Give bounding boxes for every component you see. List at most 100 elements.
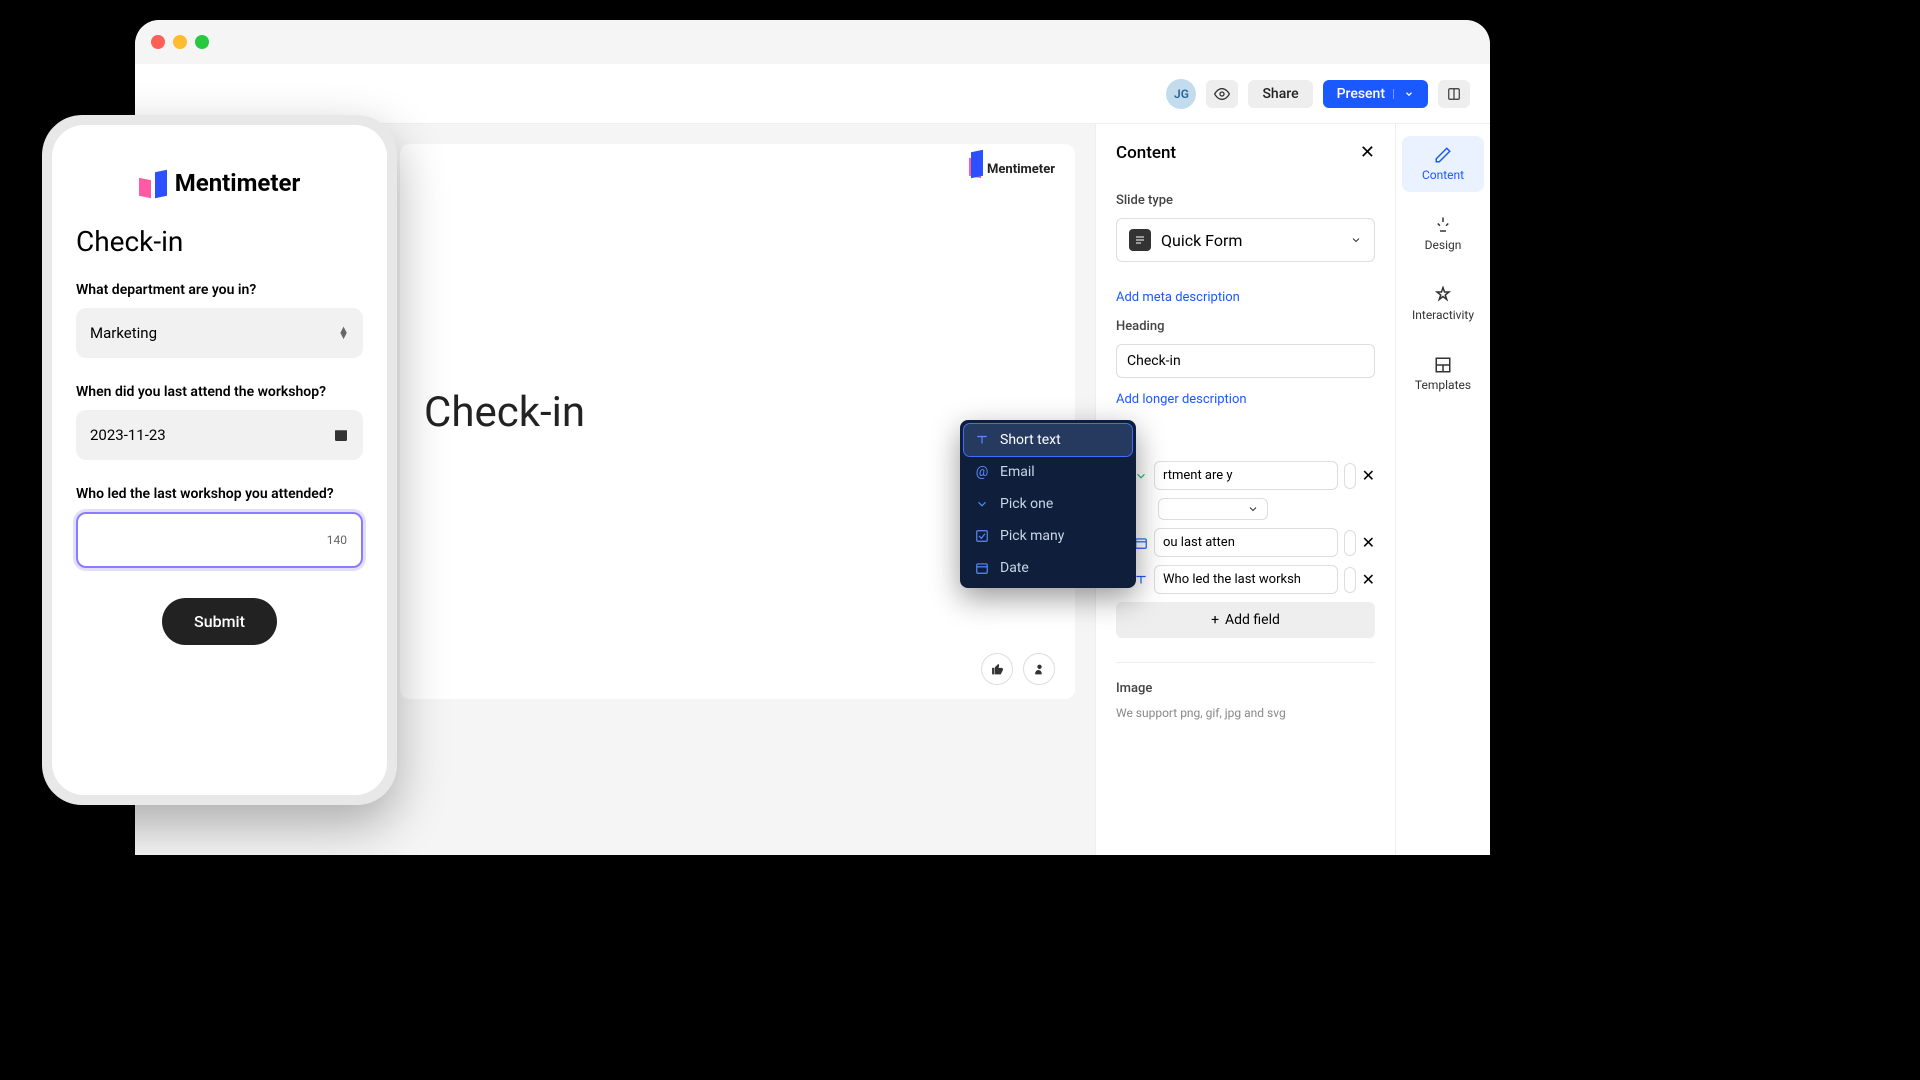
- close-panel-button[interactable]: ✕: [1360, 142, 1375, 163]
- user-avatar[interactable]: JG: [1166, 79, 1196, 109]
- panel-header: Content ✕: [1116, 142, 1375, 163]
- panel-title: Content: [1116, 143, 1176, 163]
- slide-brand: Mentimeter: [969, 162, 1055, 177]
- menu-item-label: Pick many: [1000, 528, 1064, 544]
- mobile-q3-counter: 140: [327, 533, 347, 547]
- field-required-toggle[interactable]: [1344, 463, 1356, 489]
- person-icon: [1033, 663, 1046, 676]
- interactivity-icon: [1434, 286, 1452, 304]
- rail-tab-templates[interactable]: Templates: [1402, 346, 1484, 402]
- checkbox-icon: [974, 529, 990, 543]
- rail-tab-label: Templates: [1415, 378, 1471, 392]
- chevron-down-icon: [1404, 89, 1414, 99]
- remove-field-button[interactable]: ✕: [1362, 464, 1375, 488]
- field-type-option-pick-many[interactable]: Pick many: [964, 520, 1132, 552]
- add-meta-description-link[interactable]: Add meta description: [1116, 290, 1375, 305]
- present-dropdown[interactable]: [1393, 89, 1414, 99]
- field-label-input[interactable]: [1154, 528, 1338, 557]
- field-type-option-email[interactable]: @ Email: [964, 456, 1132, 488]
- text-icon: [974, 433, 990, 447]
- maximize-window-button[interactable]: [195, 35, 209, 49]
- chevron-down-icon: [1247, 503, 1259, 515]
- present-button[interactable]: Present: [1323, 80, 1428, 108]
- pencil-icon: [1434, 146, 1452, 164]
- field-options-expand[interactable]: [1158, 498, 1268, 520]
- eye-icon: [1214, 86, 1230, 102]
- rail-tab-label: Design: [1425, 238, 1462, 252]
- slide-type-value: Quick Form: [1161, 231, 1340, 250]
- remove-field-button[interactable]: ✕: [1362, 568, 1375, 592]
- thumbs-up-icon: [991, 663, 1004, 676]
- properties-panel: Content ✕ Slide type Quick Form Add meta…: [1095, 124, 1395, 855]
- field-label-input[interactable]: [1154, 461, 1338, 490]
- form-field-row-2: ⋮⋮ ✕: [1116, 565, 1375, 594]
- field-type-menu: Short text @ Email Pick one Pick many Da…: [960, 420, 1136, 588]
- menu-item-label: Pick one: [1000, 496, 1053, 512]
- form-icon: [1129, 229, 1151, 251]
- form-field-row-0: ⋮⋮ ✕: [1116, 461, 1375, 490]
- plus-icon: +: [1211, 612, 1219, 628]
- field-type-option-date[interactable]: Date: [964, 552, 1132, 584]
- remove-field-button[interactable]: ✕: [1362, 531, 1375, 555]
- mobile-q2-label: When did you last attend the workshop?: [76, 384, 363, 400]
- traffic-lights: [151, 35, 209, 49]
- mentimeter-logo-icon: [969, 163, 983, 177]
- mobile-q1-select[interactable]: Marketing ▲▼: [76, 308, 363, 358]
- slide-type-select[interactable]: Quick Form: [1116, 218, 1375, 262]
- menu-item-label: Email: [1000, 464, 1035, 480]
- field-type-option-short-text[interactable]: Short text: [964, 424, 1132, 456]
- field-type-option-pick-one[interactable]: Pick one: [964, 488, 1132, 520]
- menu-item-label: Date: [1000, 560, 1029, 576]
- mobile-submit-button[interactable]: Submit: [162, 598, 277, 645]
- image-section: Image We support png, gif, jpg and svg: [1116, 662, 1375, 720]
- design-icon: [1434, 216, 1452, 234]
- image-section-sublabel: We support png, gif, jpg and svg: [1116, 706, 1375, 720]
- layout-button[interactable]: [1438, 80, 1470, 108]
- mobile-screen: Mentimeter Check-in What department are …: [52, 125, 387, 795]
- share-button[interactable]: Share: [1248, 80, 1312, 108]
- add-field-label: Add field: [1225, 612, 1280, 628]
- add-field-button[interactable]: + Add field: [1116, 602, 1375, 638]
- form-field-row-1: ⋮⋮ ✕: [1116, 528, 1375, 557]
- chevron-down-icon: [1350, 234, 1362, 246]
- date-icon: [1134, 531, 1148, 555]
- titlebar: [135, 20, 1490, 64]
- mobile-q2-date-input[interactable]: 2023-11-23: [76, 410, 363, 460]
- rail-tab-content[interactable]: Content: [1402, 136, 1484, 192]
- add-longer-description-link[interactable]: Add longer description: [1116, 392, 1375, 407]
- mobile-q1-label: What department are you in?: [76, 282, 363, 298]
- mobile-q1-value: Marketing: [90, 324, 157, 342]
- present-label: Present: [1337, 86, 1385, 102]
- mobile-preview: Mentimeter Check-in What department are …: [42, 115, 397, 805]
- rail-tab-interactivity[interactable]: Interactivity: [1402, 276, 1484, 332]
- mobile-brand: Mentimeter: [76, 169, 363, 197]
- mentimeter-logo-icon: [139, 169, 167, 197]
- right-rail: Content Design Interactivity Templates: [1395, 124, 1490, 855]
- rail-tab-label: Interactivity: [1412, 308, 1474, 322]
- heading-label: Heading: [1116, 319, 1375, 334]
- slide-type-label: Slide type: [1116, 193, 1375, 208]
- select-arrows-icon: ▲▼: [338, 327, 349, 339]
- minimize-window-button[interactable]: [173, 35, 187, 49]
- heading-input[interactable]: [1116, 344, 1375, 378]
- rail-tab-label: Content: [1422, 168, 1464, 182]
- at-icon: @: [974, 464, 990, 480]
- close-window-button[interactable]: [151, 35, 165, 49]
- preview-button[interactable]: [1206, 80, 1238, 108]
- mobile-q3-label: Who led the last workshop you attended?: [76, 486, 363, 502]
- text-icon: [1134, 568, 1148, 592]
- image-section-label: Image: [1116, 681, 1375, 696]
- thumbs-up-button[interactable]: [981, 653, 1013, 685]
- rail-tab-design[interactable]: Design: [1402, 206, 1484, 262]
- field-label-input[interactable]: [1154, 565, 1338, 594]
- field-required-toggle[interactable]: [1344, 567, 1356, 593]
- layout-icon: [1447, 87, 1461, 101]
- menu-item-label: Short text: [1000, 432, 1061, 448]
- calendar-icon: [333, 427, 349, 443]
- participants-button[interactable]: [1023, 653, 1055, 685]
- slide-actions: [981, 653, 1055, 685]
- field-required-toggle[interactable]: [1344, 530, 1356, 556]
- pick-one-icon: [1134, 464, 1148, 488]
- slide-brand-label: Mentimeter: [987, 162, 1055, 177]
- mobile-q3-text-input[interactable]: 140: [76, 512, 363, 568]
